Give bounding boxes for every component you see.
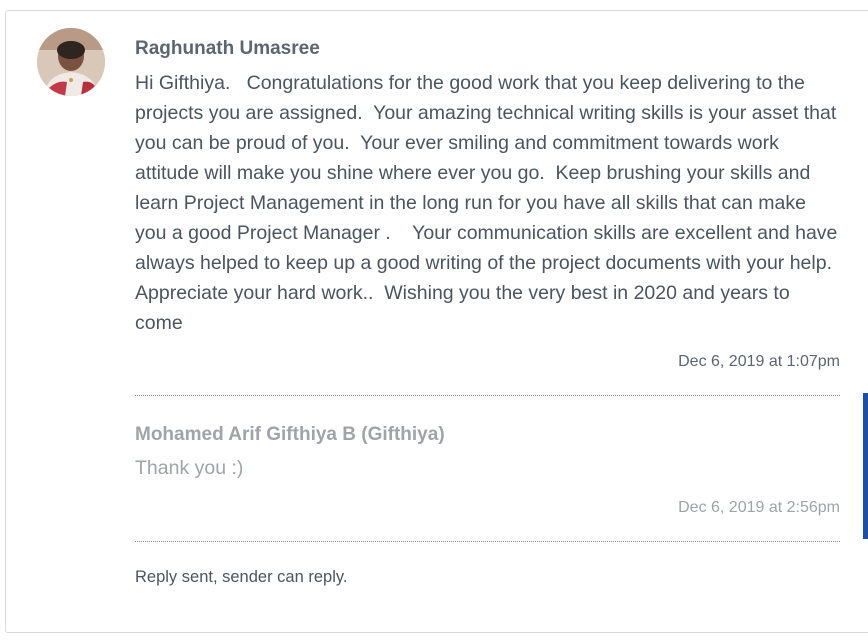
reply-timestamp: Dec 6, 2019 at 2:56pm — [678, 499, 840, 516]
reply-body: Thank you :) — [135, 457, 244, 479]
message-body: Hi Gifthiya. Congratulations for the goo… — [135, 72, 848, 334]
sender-avatar[interactable] — [37, 28, 105, 96]
sender-name[interactable]: Raghunath Umasree — [135, 38, 320, 60]
user-photo-icon — [37, 28, 105, 96]
message-card: Raghunath Umasree Hi Gifthiya. Congratul… — [5, 10, 868, 633]
reply-status-text: Reply sent, sender can reply. — [135, 568, 348, 586]
divider — [135, 541, 840, 542]
message-timestamp: Dec 6, 2019 at 1:07pm — [678, 353, 840, 370]
scroll-indicator[interactable] — [863, 393, 868, 539]
reply-sender-name[interactable]: Mohamed Arif Gifthiya B (Gifthiya) — [135, 424, 445, 446]
divider — [135, 395, 840, 396]
